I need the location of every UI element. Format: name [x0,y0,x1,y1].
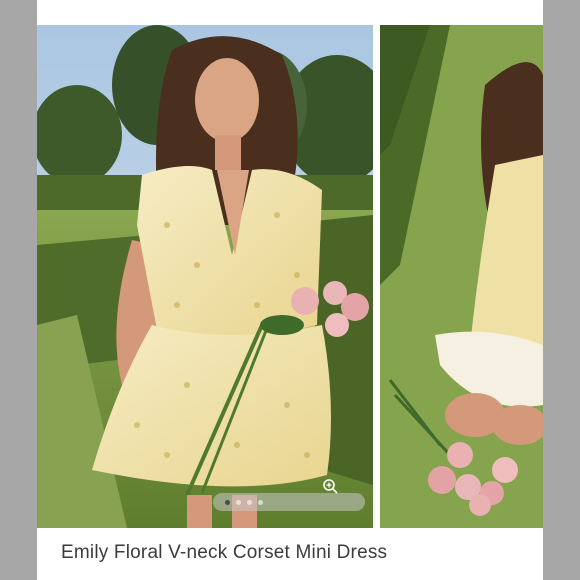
carousel-dot-2[interactable] [236,499,241,505]
carousel-dot-4[interactable] [258,499,263,505]
right-frame [543,0,580,580]
listing-card: Emily Floral V-neck Corset Mini Dress [37,0,543,580]
zoom-in-icon[interactable] [322,478,338,494]
carousel-dot-1[interactable] [225,499,230,505]
carousel-dot-3[interactable] [247,499,252,505]
product-title: Emily Floral V-neck Corset Mini Dress [61,542,388,563]
carousel-indicator[interactable] [213,493,365,511]
main-product-photo[interactable] [37,25,373,528]
secondary-product-photo[interactable] [380,25,543,528]
left-frame [0,0,37,580]
